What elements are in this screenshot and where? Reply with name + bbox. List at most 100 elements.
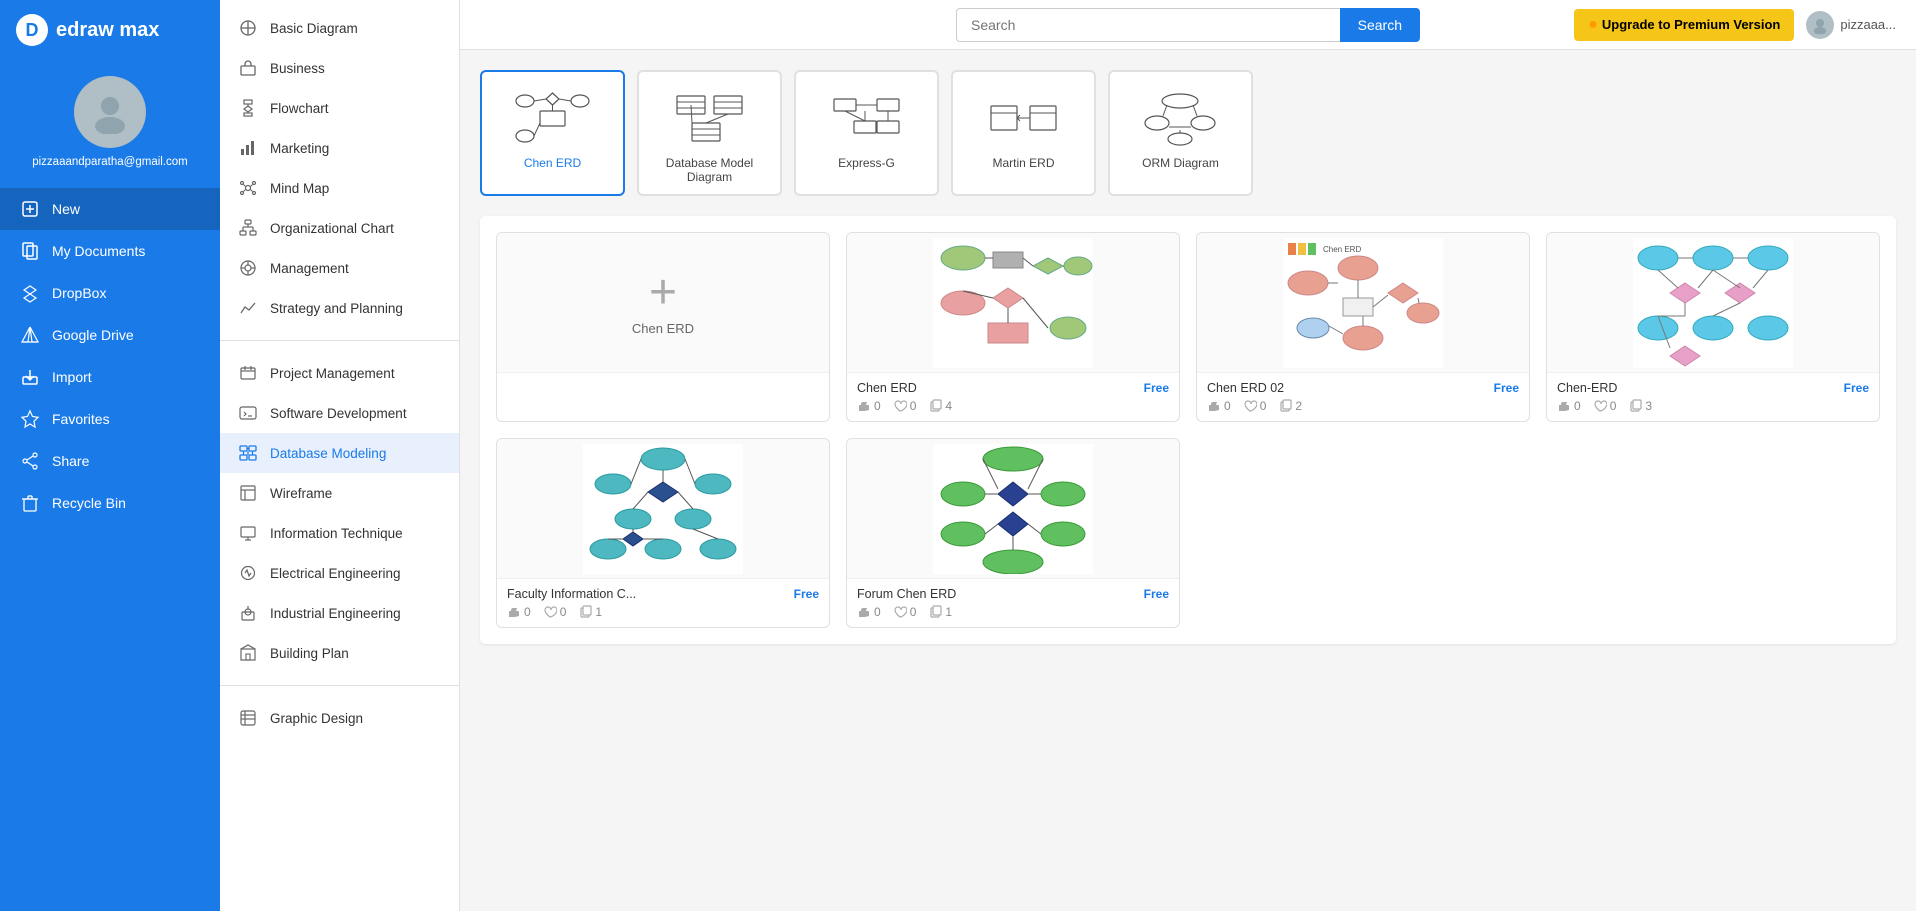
middle-item-basic-diagram-label: Basic Diagram	[270, 21, 358, 36]
template-create-new[interactable]: + Chen ERD	[496, 232, 830, 422]
diagram-type-express-g[interactable]: Express-G	[794, 70, 939, 196]
template-chen-erd-02-info: Chen ERD 02 Free 0 0	[1197, 373, 1529, 421]
template-grid: + Chen ERD	[496, 232, 1880, 628]
management-icon	[238, 258, 258, 278]
new-icon	[20, 199, 40, 219]
wireframe-icon	[238, 483, 258, 503]
middle-item-industrial-eng-label: Industrial Engineering	[270, 606, 401, 621]
import-icon	[20, 367, 40, 387]
heart-stat-4: 0	[543, 605, 567, 619]
middle-item-flowchart[interactable]: Flowchart	[220, 88, 459, 128]
template-chen-erd-3-title: Chen-ERD	[1557, 381, 1617, 395]
upgrade-button[interactable]: ● Upgrade to Premium Version	[1574, 9, 1794, 41]
sidebar-item-dropbox-label: DropBox	[52, 285, 106, 301]
favorites-icon	[20, 409, 40, 429]
like-stat-4: 0	[507, 605, 531, 619]
middle-item-wireframe[interactable]: Wireframe	[220, 473, 459, 513]
template-chen-erd-3[interactable]: Chen-ERD Free 0 0	[1546, 232, 1880, 422]
template-chen-erd-3-badge: Free	[1844, 381, 1869, 395]
like-stat-3: 0	[1557, 399, 1581, 413]
middle-item-industrial-eng[interactable]: Industrial Engineering	[220, 593, 459, 633]
middle-item-software-dev[interactable]: Software Development	[220, 393, 459, 433]
sidebar-item-dropbox[interactable]: DropBox	[0, 272, 220, 314]
template-chen-erd-3-info: Chen-ERD Free 0 0	[1547, 373, 1879, 421]
template-faculty-info[interactable]: Faculty Information C... Free 0 0	[496, 438, 830, 628]
template-chen-erd-02[interactable]: Chen ERD	[1196, 232, 1530, 422]
recycle-bin-icon	[20, 493, 40, 513]
middle-item-management[interactable]: Management	[220, 248, 459, 288]
diagram-type-database-model[interactable]: Database Model Diagram	[637, 70, 782, 196]
sidebar-item-favorites[interactable]: Favorites	[0, 398, 220, 440]
strategy-icon	[238, 298, 258, 318]
middle-item-graphic-design[interactable]: Graphic Design	[220, 698, 459, 738]
heart-stat-5: 0	[893, 605, 917, 619]
middle-item-strategy[interactable]: Strategy and Planning	[220, 288, 459, 328]
logo-icon: D	[16, 14, 48, 46]
middle-item-management-label: Management	[270, 261, 349, 276]
express-g-label: Express-G	[838, 156, 895, 170]
marketing-icon	[238, 138, 258, 158]
sidebar: D edraw max pizzaaandparatha@gmail.com N…	[0, 0, 220, 911]
middle-item-strategy-label: Strategy and Planning	[270, 301, 403, 316]
middle-item-mind-map[interactable]: Mind Map	[220, 168, 459, 208]
sidebar-item-new[interactable]: New	[0, 188, 220, 230]
diagram-type-orm[interactable]: ORM Diagram	[1108, 70, 1253, 196]
app-logo[interactable]: D edraw max	[0, 0, 220, 60]
share-icon	[20, 451, 40, 471]
template-chen-erd-1[interactable]: Chen ERD Free 0 0	[846, 232, 1180, 422]
main-content: Search ● Upgrade to Premium Version pizz…	[460, 0, 1916, 911]
template-forum-chen-erd-info: Forum Chen ERD Free 0 0	[847, 579, 1179, 627]
template-forum-chen-erd-title: Forum Chen ERD	[857, 587, 956, 601]
building-plan-icon	[238, 643, 258, 663]
middle-item-project-mgmt[interactable]: Project Management	[220, 353, 459, 393]
search-input[interactable]	[956, 8, 1340, 42]
middle-item-business[interactable]: Business	[220, 48, 459, 88]
martin-erd-icon-area	[984, 88, 1064, 148]
copy-stat: 4	[928, 399, 952, 413]
sidebar-item-google-drive[interactable]: Google Drive	[0, 314, 220, 356]
middle-panel: Basic Diagram Business Flowchart Marketi…	[220, 0, 460, 911]
heart-stat: 0	[893, 399, 917, 413]
user-email: pizzaaandparatha@gmail.com	[32, 156, 188, 168]
diagram-type-chen-erd[interactable]: Chen ERD	[480, 70, 625, 196]
template-chen-erd-02-badge: Free	[1494, 381, 1519, 395]
sidebar-item-share[interactable]: Share	[0, 440, 220, 482]
create-thumb[interactable]: + Chen ERD	[497, 233, 829, 373]
middle-item-org-chart[interactable]: Organizational Chart	[220, 208, 459, 248]
sidebar-item-my-documents[interactable]: My Documents	[0, 230, 220, 272]
sidebar-item-share-label: Share	[52, 453, 89, 469]
middle-item-mind-map-label: Mind Map	[270, 181, 329, 196]
template-forum-chen-erd[interactable]: Forum Chen ERD Free 0 0	[846, 438, 1180, 628]
middle-item-basic-diagram[interactable]: Basic Diagram	[220, 8, 459, 48]
database-model-label: Database Model Diagram	[649, 156, 770, 184]
express-g-icon-area	[827, 88, 907, 148]
martin-erd-label: Martin ERD	[992, 156, 1054, 170]
search-button[interactable]: Search	[1340, 8, 1420, 42]
template-section: + Chen ERD	[480, 216, 1896, 644]
sidebar-item-google-drive-label: Google Drive	[52, 327, 134, 343]
org-chart-icon	[238, 218, 258, 238]
middle-item-graphic-design-label: Graphic Design	[270, 711, 363, 726]
middle-item-building-plan[interactable]: Building Plan	[220, 633, 459, 673]
copy-stat-4: 1	[578, 605, 602, 619]
middle-item-electrical-eng[interactable]: Electrical Engineering	[220, 553, 459, 593]
user-profile-topbar[interactable]: pizzaaa...	[1806, 11, 1896, 39]
chen-erd-label: Chen ERD	[524, 156, 581, 170]
middle-item-info-tech[interactable]: Information Technique	[220, 513, 459, 553]
my-documents-icon	[20, 241, 40, 261]
sidebar-item-new-label: New	[52, 201, 80, 217]
middle-item-database-modeling[interactable]: Database Modeling	[220, 433, 459, 473]
template-faculty-info-info: Faculty Information C... Free 0 0	[497, 579, 829, 627]
like-stat: 0	[857, 399, 881, 413]
template-chen-erd-1-info: Chen ERD Free 0 0	[847, 373, 1179, 421]
sidebar-item-recycle-bin-label: Recycle Bin	[52, 495, 126, 511]
sidebar-item-import[interactable]: Import	[0, 356, 220, 398]
middle-item-electrical-eng-label: Electrical Engineering	[270, 566, 401, 581]
info-tech-icon	[238, 523, 258, 543]
avatar	[74, 76, 146, 148]
diagram-type-martin-erd[interactable]: Martin ERD	[951, 70, 1096, 196]
sidebar-item-recycle-bin[interactable]: Recycle Bin	[0, 482, 220, 524]
middle-item-marketing[interactable]: Marketing	[220, 128, 459, 168]
database-model-icon-area	[670, 88, 750, 148]
copy-stat-5: 1	[928, 605, 952, 619]
